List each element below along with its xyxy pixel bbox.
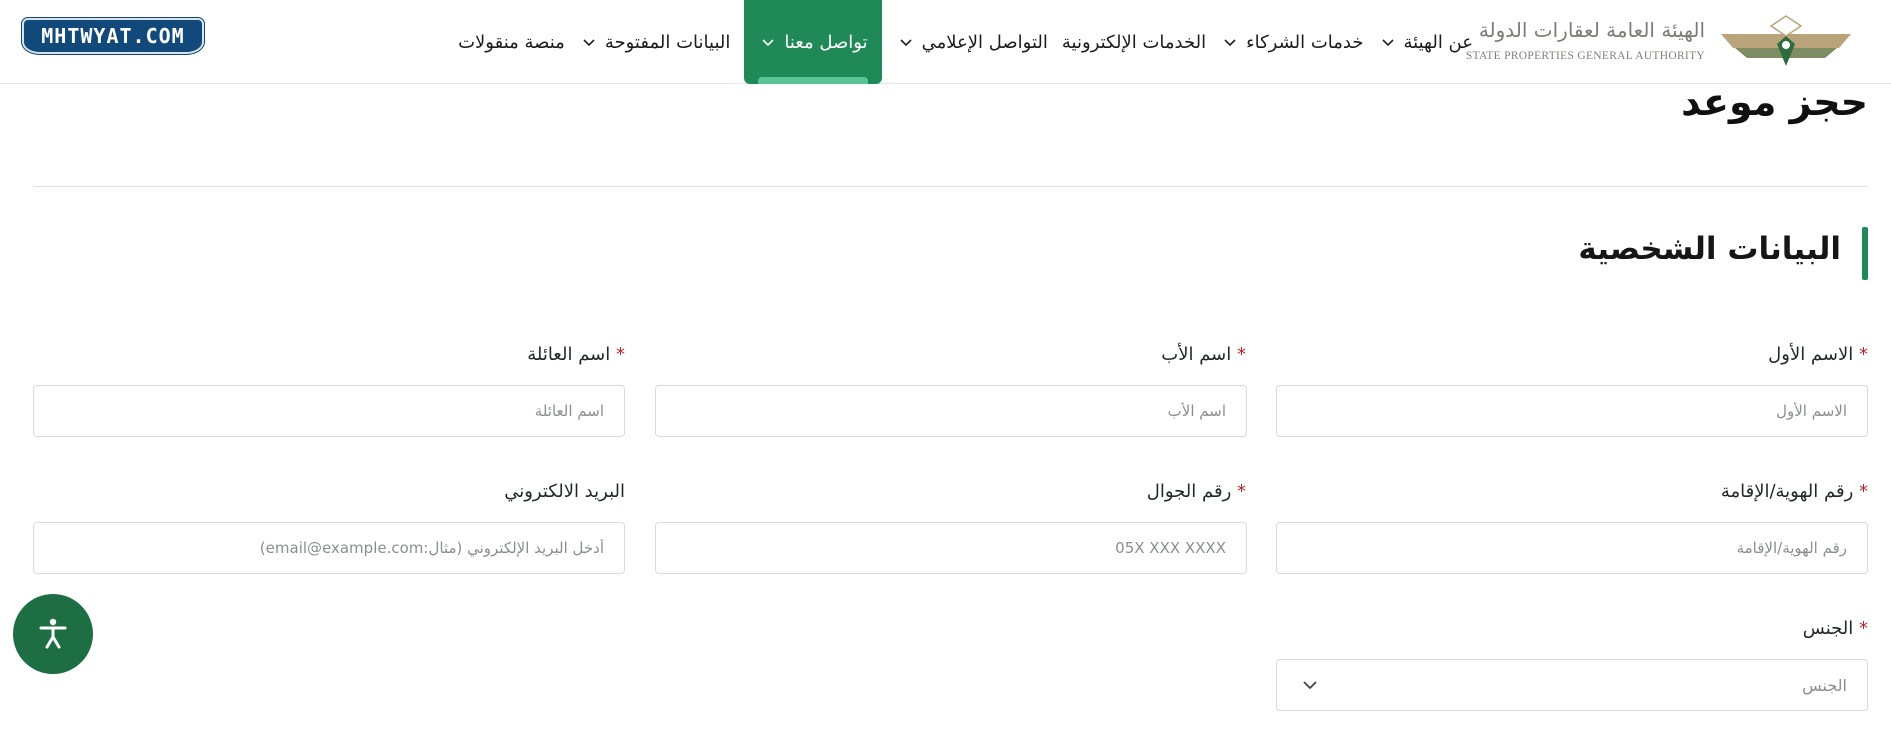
first-name-input[interactable] — [1297, 402, 1847, 420]
required-mark: * — [1859, 344, 1868, 365]
main-navigation: عن الهيئة خدمات الشركاء الخدمات الإلكترو… — [458, 0, 1473, 84]
nav-item-media[interactable]: التواصل الإعلامي — [896, 0, 1048, 84]
father-name-field[interactable] — [655, 385, 1247, 437]
divider — [33, 186, 1868, 187]
gender-select-value: الجنس — [1802, 675, 1847, 695]
mobile-field[interactable] — [655, 522, 1247, 574]
section-accent-bar — [1862, 227, 1868, 280]
required-mark: * — [1237, 481, 1246, 502]
id-number-field[interactable] — [1276, 522, 1868, 574]
nav-item-label: منصة منقولات — [458, 31, 565, 53]
watermark-badge: MHTWYAT.COM — [22, 18, 204, 54]
family-name-field[interactable] — [33, 385, 625, 437]
chevron-down-icon — [1303, 681, 1317, 690]
email-input[interactable] — [54, 539, 604, 557]
nav-item-label: الخدمات الإلكترونية — [1061, 31, 1207, 53]
chevron-down-icon — [583, 39, 595, 47]
chevron-down-icon — [1381, 39, 1394, 47]
page-title: حجز موعد — [1681, 80, 1868, 124]
nav-item-label: البيانات المفتوحة — [604, 31, 731, 53]
accessibility-icon — [39, 618, 67, 649]
section-title: البيانات الشخصية — [1578, 231, 1841, 267]
id-number-label: * رقم الهوية/الإقامة — [1721, 481, 1868, 502]
id-number-input[interactable] — [1297, 539, 1847, 557]
chevron-down-icon — [762, 39, 774, 47]
nav-item-label: خدمات الشركاء — [1246, 31, 1364, 53]
accessibility-button[interactable] — [13, 594, 93, 674]
email-field[interactable] — [33, 522, 625, 574]
required-mark: * — [1859, 481, 1868, 502]
chevron-down-icon — [900, 39, 912, 47]
required-mark: * — [1237, 344, 1246, 365]
family-name-label-text: اسم العائلة — [527, 344, 611, 365]
authority-emblem-icon — [1721, 15, 1851, 66]
mobile-label-text: رقم الجوال — [1146, 481, 1232, 502]
nav-item-partner-services[interactable]: خدمات الشركاء — [1220, 0, 1364, 84]
logo-arabic-text: الهيئة العامة لعقارات الدولة — [1478, 18, 1705, 42]
id-number-label-text: رقم الهوية/الإقامة — [1720, 481, 1854, 502]
chevron-down-icon — [1224, 39, 1236, 47]
required-mark: * — [1859, 618, 1868, 639]
father-name-label: * اسم الأب — [1161, 344, 1246, 365]
nav-item-e-services[interactable]: الخدمات الإلكترونية — [1062, 0, 1206, 84]
nav-item-label: عن الهيئة — [1403, 31, 1473, 53]
nav-item-open-data[interactable]: البيانات المفتوحة — [579, 0, 731, 84]
first-name-field[interactable] — [1276, 385, 1868, 437]
nav-item-manqolat[interactable]: منصة منقولات — [458, 0, 565, 84]
first-name-label-text: الاسم الأول — [1768, 344, 1854, 365]
nav-item-label: تواصل معنا — [784, 31, 868, 53]
gender-select[interactable]: الجنس — [1276, 659, 1868, 711]
gender-label-text: الجنس — [1802, 618, 1854, 639]
family-name-label: * اسم العائلة — [527, 344, 625, 365]
mobile-label: * رقم الجوال — [1147, 481, 1246, 502]
authority-logo[interactable]: الهيئة العامة لعقارات الدولة STATE PROPE… — [1451, 12, 1851, 72]
required-mark: * — [616, 344, 625, 365]
site-header: الهيئة العامة لعقارات الدولة STATE PROPE… — [0, 0, 1891, 84]
nav-item-label: التواصل الإعلامي — [921, 31, 1048, 53]
family-name-input[interactable] — [54, 402, 604, 420]
gender-label: * الجنس — [1803, 618, 1868, 639]
logo-english-text: STATE PROPERTIES GENERAL AUTHORITY — [1465, 50, 1705, 62]
first-name-label: * الاسم الأول — [1768, 344, 1868, 365]
email-label: البريد الالكتروني — [504, 481, 625, 502]
father-name-input[interactable] — [676, 402, 1226, 420]
email-label-text: البريد الالكتروني — [504, 481, 625, 502]
nav-item-about[interactable]: عن الهيئة — [1378, 0, 1473, 84]
father-name-label-text: اسم الأب — [1161, 344, 1232, 365]
nav-item-contact-us[interactable]: تواصل معنا — [744, 0, 882, 84]
mobile-input[interactable] — [676, 539, 1226, 557]
